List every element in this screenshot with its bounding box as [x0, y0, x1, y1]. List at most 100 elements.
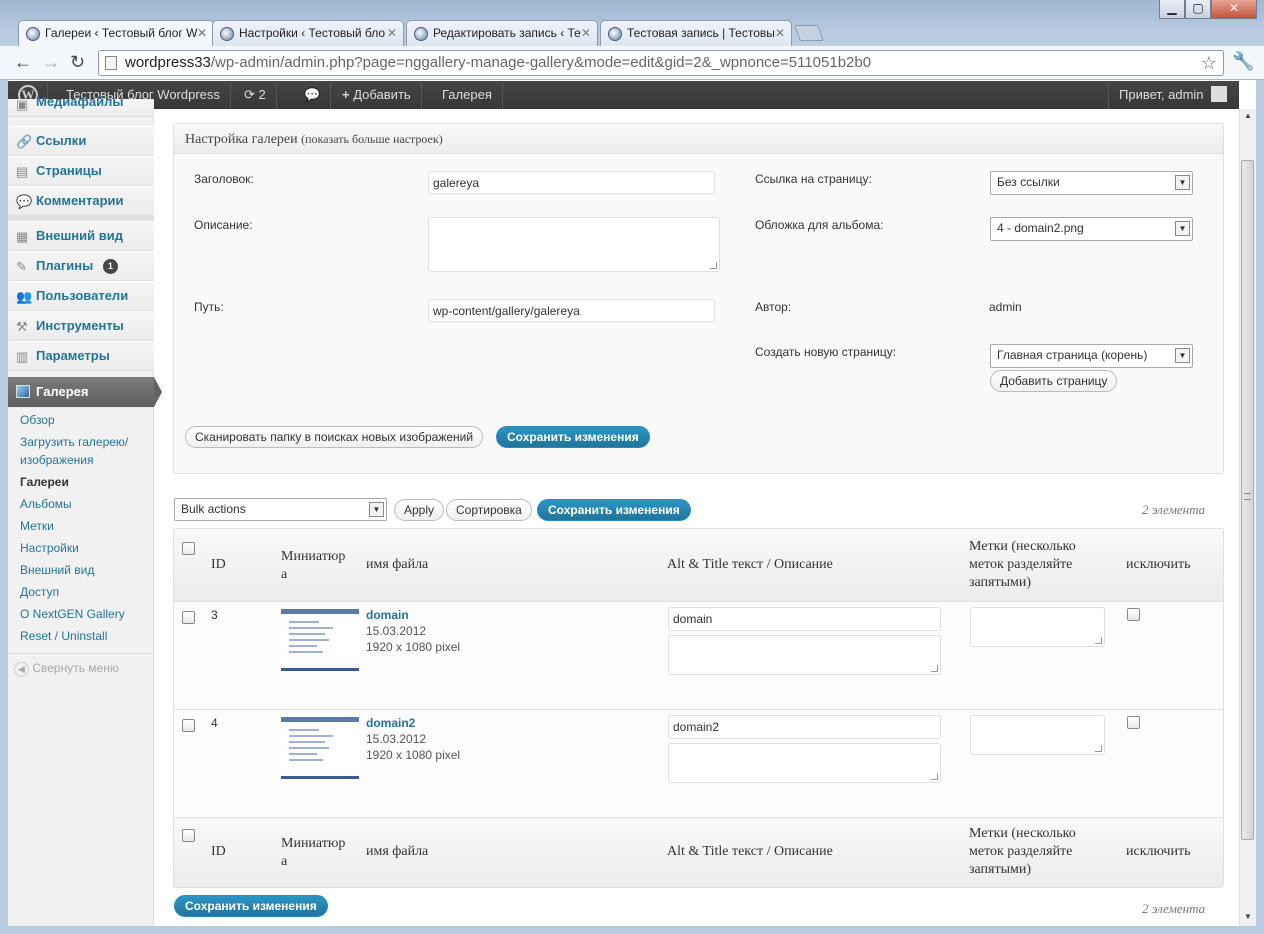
- description-textarea[interactable]: [428, 217, 720, 272]
- row-checkbox[interactable]: [182, 611, 195, 624]
- image-id: 4: [211, 716, 218, 730]
- table-row: 3 domain 15.03.2012 1920 x 1080 pixel: [174, 601, 1223, 709]
- col-exclude[interactable]: исключить: [1126, 556, 1190, 574]
- address-bar[interactable]: wordpress33/wp-admin/admin.php?page=ngga…: [98, 50, 1224, 76]
- new-page-select[interactable]: Главная страница (корень) ▼: [990, 344, 1193, 368]
- col-exclude[interactable]: исключить: [1126, 843, 1190, 861]
- add-new-link[interactable]: + Добавить: [332, 81, 422, 109]
- reload-icon[interactable]: ↻: [70, 52, 85, 73]
- col-id[interactable]: ID: [211, 843, 226, 861]
- sidebar-item-settings[interactable]: ▥ Параметры: [8, 341, 154, 371]
- close-window-button[interactable]: ✕: [1211, 0, 1257, 19]
- user-greeting[interactable]: Привет, admin: [1108, 81, 1237, 109]
- maximize-button[interactable]: ▢: [1185, 0, 1211, 19]
- close-tab-icon[interactable]: ✕: [197, 26, 207, 40]
- submenu-upload-1[interactable]: Загрузить галерею/: [20, 433, 128, 451]
- description-textarea[interactable]: [668, 743, 941, 783]
- select-all-checkbox[interactable]: [182, 542, 195, 555]
- description-textarea[interactable]: [668, 635, 941, 675]
- scroll-down-arrow-icon[interactable]: ▼: [1244, 912, 1252, 921]
- image-filename-link[interactable]: domain2: [366, 716, 415, 730]
- close-tab-icon[interactable]: ✕: [581, 26, 591, 40]
- save-changes-button[interactable]: Сохранить изменения: [537, 499, 691, 521]
- image-filename-link[interactable]: domain: [366, 608, 409, 622]
- image-thumbnail[interactable]: [281, 717, 359, 779]
- submenu-style[interactable]: Внешний вид: [20, 561, 94, 579]
- tab-title: Настройки ‹ Тестовый бло: [239, 26, 386, 40]
- tags-textarea[interactable]: [970, 607, 1105, 647]
- close-tab-icon[interactable]: ✕: [775, 26, 785, 40]
- sidebar-item-plugins[interactable]: ✎ Плагины 1: [8, 251, 154, 281]
- path-input[interactable]: [428, 299, 715, 322]
- sidebar-item-appearance[interactable]: ▦ Внешний вид: [8, 221, 154, 251]
- col-filename[interactable]: имя файла: [366, 843, 428, 861]
- submenu-roles[interactable]: Доступ: [20, 583, 59, 601]
- author-label: Автор:: [755, 300, 792, 314]
- submenu-about[interactable]: О NextGEN Gallery: [20, 605, 125, 623]
- alt-title-input[interactable]: [668, 715, 941, 739]
- scroll-up-arrow-icon[interactable]: ▲: [1244, 111, 1252, 120]
- wp-admin-bar: W Тестовый блог Wordpress ⟳ 2 💬 + Добави…: [8, 81, 1239, 109]
- add-page-button[interactable]: Добавить страницу: [990, 370, 1118, 392]
- submenu-reset[interactable]: Reset / Uninstall: [20, 627, 107, 645]
- page-link-select[interactable]: Без ссылки ▼: [990, 171, 1193, 195]
- col-thumb-line2: а: [281, 854, 288, 869]
- path-label: Путь:: [194, 300, 224, 314]
- submenu-upload-2[interactable]: изображения: [20, 451, 94, 469]
- window-right-edge: [1256, 80, 1264, 926]
- image-thumbnail[interactable]: [281, 609, 359, 671]
- submenu-albums[interactable]: Альбомы: [20, 495, 72, 513]
- tab-galleries[interactable]: Галереи ‹ Тестовый блог W ✕: [18, 20, 214, 47]
- tab-test-post[interactable]: Тестовая запись | Тестовы ✕: [600, 20, 792, 46]
- alt-title-input[interactable]: [668, 607, 941, 631]
- sidebar-item-tools[interactable]: ⚒ Инструменты: [8, 311, 154, 341]
- chevron-down-icon: ▼: [369, 502, 384, 517]
- scrollbar-thumb[interactable]: [1241, 160, 1254, 840]
- image-size: 1920 x 1080 pixel: [366, 748, 461, 762]
- show-more-settings-link[interactable]: (показать больше настроек): [301, 132, 443, 146]
- submenu-tags[interactable]: Метки: [20, 517, 54, 535]
- tab-settings[interactable]: Настройки ‹ Тестовый бло ✕: [212, 20, 404, 46]
- select-all-checkbox[interactable]: [182, 829, 195, 842]
- save-settings-button[interactable]: Сохранить изменения: [496, 426, 650, 448]
- collapse-menu-button[interactable]: ◀ Свернуть меню: [14, 661, 119, 677]
- submenu-galleries[interactable]: Галереи: [20, 473, 69, 491]
- tab-edit-post[interactable]: Редактировать запись ‹ Те ✕: [406, 20, 598, 46]
- back-arrow-icon[interactable]: ←: [14, 52, 32, 73]
- row-checkbox[interactable]: [182, 719, 195, 732]
- greeting-text: Привет, admin: [1119, 87, 1204, 102]
- title-input[interactable]: [428, 171, 715, 194]
- album-cover-select[interactable]: 4 - domain2.png ▼: [990, 217, 1193, 241]
- col-alt-title[interactable]: Alt & Title текст / Описание: [667, 843, 833, 861]
- apply-button[interactable]: Apply: [394, 499, 445, 521]
- submenu-options[interactable]: Настройки: [20, 539, 79, 557]
- bookmark-star-icon[interactable]: ☆: [1201, 51, 1217, 75]
- exclude-checkbox[interactable]: [1127, 608, 1140, 621]
- sort-button[interactable]: Сортировка: [446, 499, 532, 521]
- submenu-overview[interactable]: Обзор: [20, 411, 55, 429]
- bulk-actions-select[interactable]: Bulk actions ▼: [174, 498, 387, 521]
- tags-textarea[interactable]: [970, 715, 1105, 755]
- gallery-menu-link[interactable]: Галерея: [432, 81, 503, 109]
- scan-folder-button[interactable]: Сканировать папку в поисках новых изобра…: [185, 426, 484, 448]
- sidebar-item-comments[interactable]: 💬 Комментарии: [8, 186, 154, 216]
- save-changes-bottom-button[interactable]: Сохранить изменения: [174, 895, 328, 917]
- image-id: 3: [211, 608, 218, 622]
- close-tab-icon[interactable]: ✕: [387, 26, 397, 40]
- exclude-checkbox[interactable]: [1127, 716, 1140, 729]
- comments-bubble-icon[interactable]: 💬: [294, 81, 332, 109]
- col-id[interactable]: ID: [211, 556, 226, 574]
- sidebar-item-links[interactable]: 🔗 Ссылки: [8, 126, 154, 156]
- minimize-button[interactable]: ▁: [1159, 0, 1185, 19]
- sidebar-item-media[interactable]: ▣ Медиафайлы: [8, 95, 154, 117]
- wrench-menu-icon[interactable]: 🔧: [1232, 51, 1254, 72]
- updates-link[interactable]: ⟳ 2: [234, 81, 277, 109]
- plugins-update-badge: 1: [102, 259, 118, 274]
- sidebar-item-users[interactable]: 👥 Пользователи: [8, 281, 154, 311]
- new-tab-button[interactable]: [794, 25, 824, 41]
- sidebar-item-gallery[interactable]: Галерея: [8, 377, 162, 407]
- sidebar-item-pages[interactable]: ▤ Страницы: [8, 156, 154, 186]
- col-filename[interactable]: имя файла: [366, 556, 428, 574]
- col-alt-title[interactable]: Alt & Title текст / Описание: [667, 556, 833, 574]
- forward-arrow-icon[interactable]: →: [42, 52, 60, 73]
